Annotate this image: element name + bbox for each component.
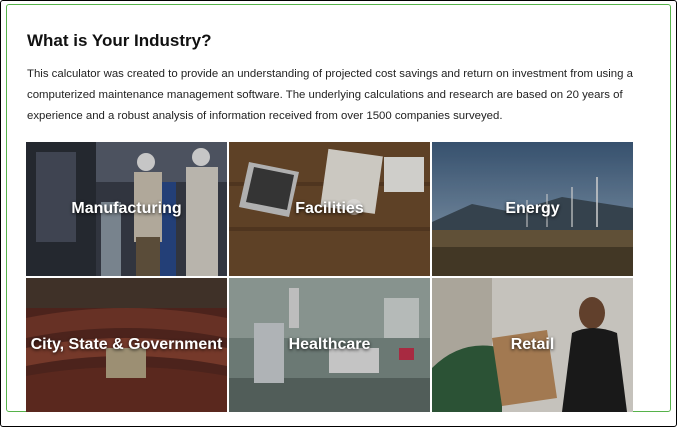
description-text: This calculator was created to provide a… xyxy=(27,68,633,122)
industry-tile-government[interactable]: City, State & Government xyxy=(26,278,227,412)
industry-label: Facilities xyxy=(295,200,364,217)
industry-tile-manufacturing[interactable]: Manufacturing xyxy=(26,142,227,276)
page-title: What is Your Industry? xyxy=(27,31,212,50)
industry-tile-energy[interactable]: Energy xyxy=(432,142,633,276)
industry-tile-healthcare[interactable]: Healthcare xyxy=(229,278,430,412)
calculator-panel: What is Your Industry? This calculator w… xyxy=(6,4,671,413)
industry-grid: Manufacturing Facilities Energy City, St… xyxy=(26,142,633,413)
industry-label: Retail xyxy=(510,336,555,353)
industry-label: Healthcare xyxy=(288,336,371,353)
industry-tile-facilities[interactable]: Facilities xyxy=(229,142,430,276)
industry-label: City, State & Government xyxy=(30,336,223,353)
window-frame: What is Your Industry? This calculator w… xyxy=(0,0,677,427)
intro-section: What is Your Industry? This calculator w… xyxy=(27,30,647,127)
industry-label: Energy xyxy=(505,200,560,217)
industry-label: Manufacturing xyxy=(71,200,182,217)
industry-tile-retail[interactable]: Retail xyxy=(432,278,633,412)
